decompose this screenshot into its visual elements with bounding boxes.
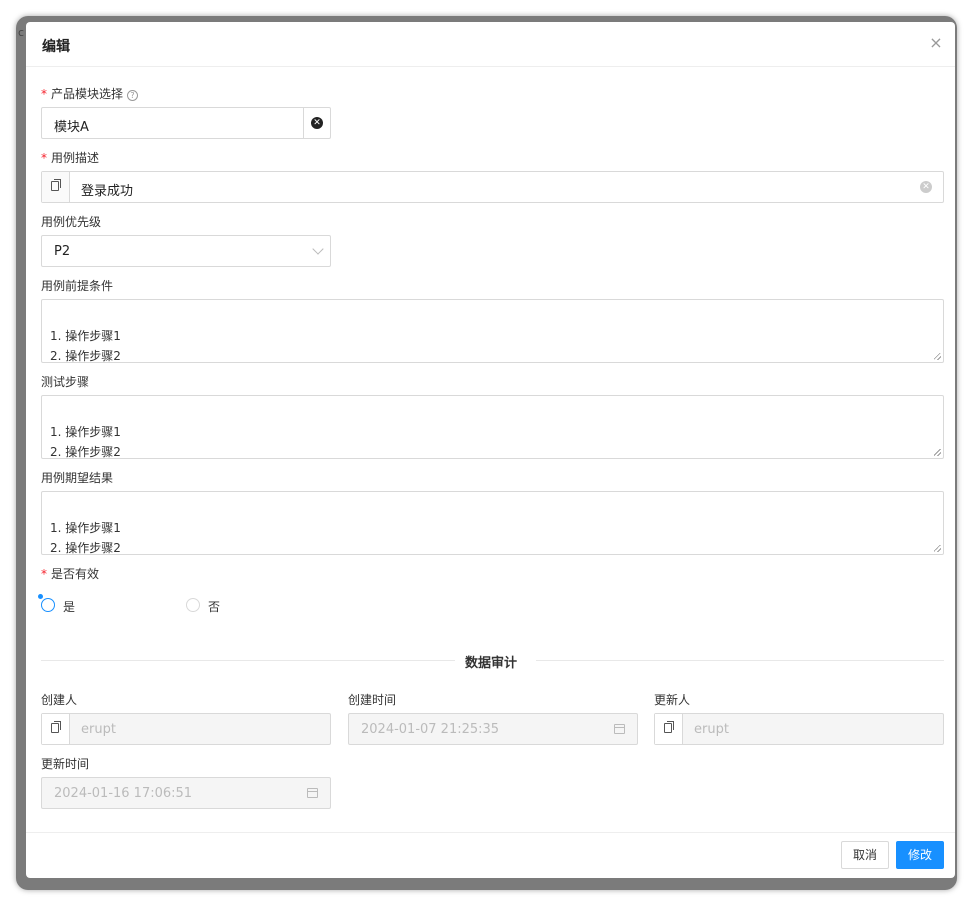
module-value: 模块A <box>54 120 89 135</box>
module-label: * 产品模块选择? <box>41 85 139 102</box>
copy-icon <box>664 721 674 733</box>
precondition-value: 1. 操作步骤1 2. 操作步骤2 <box>50 329 121 363</box>
modal-title: 编辑 <box>42 39 70 55</box>
priority-label: 用例优先级 <box>41 215 102 229</box>
module-label-text: 产品模块选择 <box>51 87 124 101</box>
copy-addon[interactable] <box>42 172 70 202</box>
steps-textarea[interactable]: 1. 操作步骤1 2. 操作步骤2 <box>41 395 944 459</box>
resize-grip-icon[interactable] <box>934 545 941 552</box>
expected-textarea[interactable]: 1. 操作步骤1 2. 操作步骤2 <box>41 491 944 555</box>
modal-header: 编辑 × <box>26 22 955 67</box>
radio-yes[interactable] <box>41 598 55 612</box>
valid-label: * 是否有效 <box>41 565 99 582</box>
precondition-label: 用例前提条件 <box>41 279 114 293</box>
creator-label: 创建人 <box>41 693 78 707</box>
radio-yes-label[interactable]: 是 <box>63 598 75 615</box>
cancel-button[interactable]: 取消 <box>841 841 889 869</box>
case-desc-label: * 用例描述 <box>41 149 99 166</box>
precondition-textarea[interactable]: 1. 操作步骤1 2. 操作步骤2 <box>41 299 944 363</box>
focus-dot <box>38 594 43 599</box>
required-mark: * <box>41 567 47 581</box>
radio-no-label[interactable]: 否 <box>208 598 220 615</box>
updater-label: 更新人 <box>654 693 691 707</box>
creator-input: erupt <box>41 713 331 745</box>
create-time-label: 创建时间 <box>348 693 397 707</box>
create-time-value: 2024-01-07 21:25:35 <box>361 722 500 737</box>
update-time-value: 2024-01-16 17:06:51 <box>54 786 193 801</box>
update-time-input: 2024-01-16 17:06:51 <box>41 777 331 809</box>
case-desc-label-text: 用例描述 <box>51 151 100 165</box>
creator-value: erupt <box>81 722 116 737</box>
expected-value: 1. 操作步骤1 2. 操作步骤2 <box>50 521 121 555</box>
audit-section-title: 数据审计 <box>465 656 518 671</box>
background-text-fragment: c <box>18 26 25 39</box>
close-icon[interactable]: × <box>927 34 945 52</box>
case-desc-input[interactable]: 登录成功 ✕ <box>41 171 944 203</box>
copy-addon[interactable] <box>42 714 70 744</box>
edit-modal: 编辑 × * 产品模块选择? 模块A ✕ * 用例描述 登录成功 ✕ 用例优先级 P… <box>26 22 955 878</box>
modal-footer: 取消 修改 <box>26 832 955 878</box>
help-icon[interactable]: ? <box>127 90 139 101</box>
expected-label: 用例期望结果 <box>41 471 114 485</box>
calendar-icon <box>307 788 318 798</box>
copy-addon[interactable] <box>655 714 683 744</box>
calendar-icon <box>614 724 625 734</box>
priority-select[interactable]: P2 <box>41 235 331 267</box>
required-mark: * <box>41 87 47 101</box>
divider-left <box>41 660 455 661</box>
submit-button[interactable]: 修改 <box>896 841 944 869</box>
module-select[interactable]: 模块A ✕ <box>41 107 331 139</box>
module-clear-button[interactable]: ✕ <box>303 108 330 138</box>
update-time-label: 更新时间 <box>41 757 90 771</box>
clear-icon[interactable]: ✕ <box>311 117 323 129</box>
radio-no[interactable] <box>186 598 200 612</box>
required-mark: * <box>41 151 47 165</box>
steps-value: 1. 操作步骤1 2. 操作步骤2 <box>50 425 121 459</box>
copy-icon <box>51 721 61 733</box>
updater-input: erupt <box>654 713 944 745</box>
resize-grip-icon[interactable] <box>934 353 941 360</box>
divider-right <box>536 660 944 661</box>
create-time-input: 2024-01-07 21:25:35 <box>348 713 638 745</box>
resize-grip-icon[interactable] <box>934 449 941 456</box>
clear-icon[interactable]: ✕ <box>920 181 932 193</box>
updater-value: erupt <box>694 722 729 737</box>
steps-label: 测试步骤 <box>41 375 90 389</box>
copy-icon <box>51 179 61 191</box>
priority-value: P2 <box>54 244 71 259</box>
chevron-down-icon <box>312 243 324 255</box>
valid-label-text: 是否有效 <box>51 567 100 581</box>
case-desc-value: 登录成功 <box>81 184 134 199</box>
